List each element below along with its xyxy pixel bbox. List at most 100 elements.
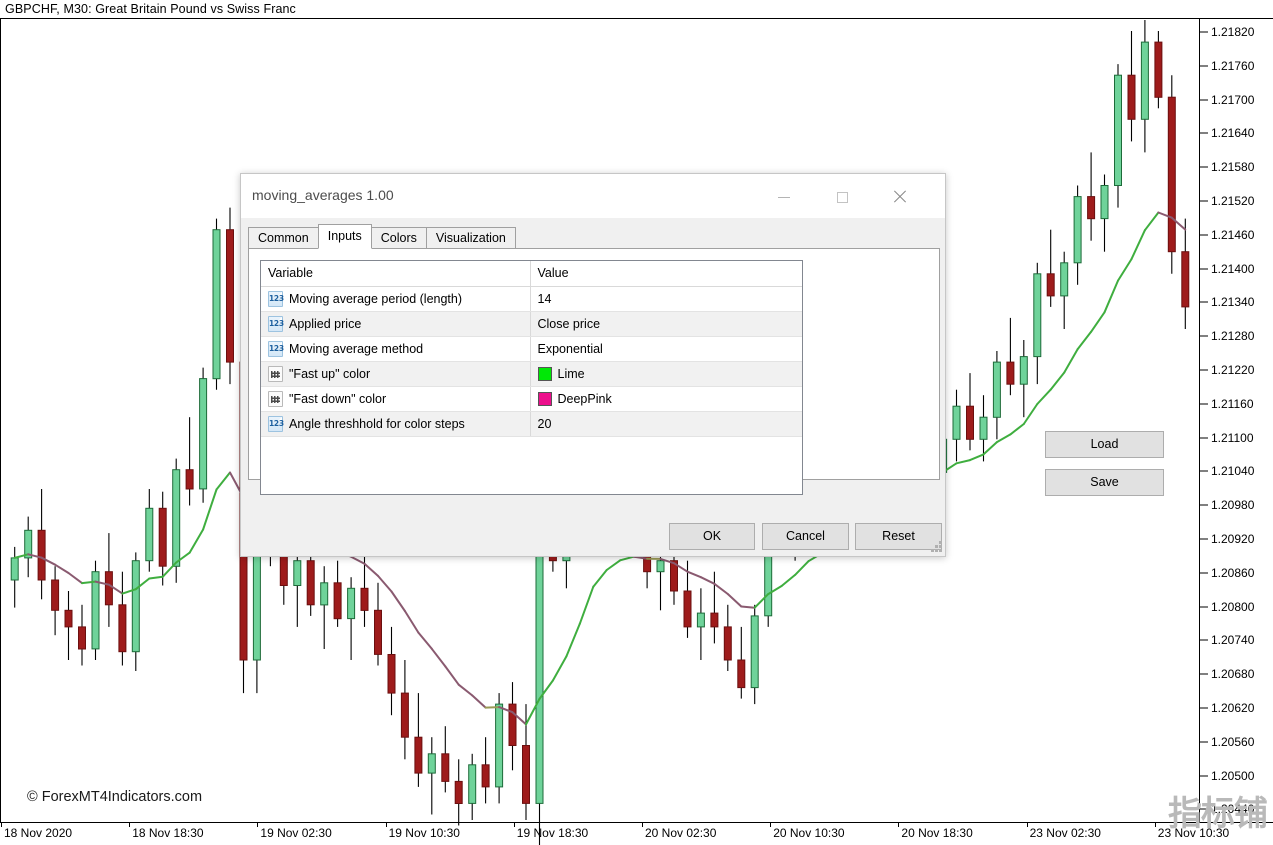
price-axis-label: 1.20860 — [1211, 565, 1255, 580]
price-axis-label: 1.21220 — [1211, 363, 1255, 377]
candle-body-bearish — [185, 469, 194, 490]
candle-body-bearish — [51, 579, 60, 611]
moving-average-segment — [969, 453, 985, 462]
moving-average-segment — [1036, 388, 1052, 405]
dialog-title-bar[interactable]: moving_averages 1.00 — [241, 174, 945, 218]
moving-average-segment — [457, 683, 474, 697]
candle-body-bullish — [199, 378, 208, 490]
candle-body-bearish — [683, 590, 692, 628]
maximize-button[interactable] — [819, 182, 865, 212]
column-header-variable: Variable — [261, 261, 531, 287]
load-button[interactable]: Load — [1045, 431, 1164, 458]
moving-average-segment — [202, 488, 218, 531]
tab-visualization[interactable]: Visualization — [425, 227, 516, 249]
price-axis-label: 1.21400 — [1211, 261, 1255, 276]
parameter-value-label: Close price — [537, 316, 601, 331]
time-axis-label: 19 Nov 10:30 — [388, 826, 460, 840]
moving-average-segment — [350, 555, 366, 565]
parameter-value-cell[interactable]: Close price — [530, 311, 802, 337]
parameter-value-cell[interactable]: Exponential — [530, 336, 802, 362]
ok-button[interactable]: OK — [669, 523, 755, 550]
price-tick — [1200, 234, 1208, 236]
tab-inputs[interactable]: Inputs — [317, 224, 372, 249]
price-tick — [1200, 538, 1208, 540]
moving-average-segment — [565, 622, 581, 658]
candle-body-bearish — [481, 764, 490, 788]
moving-average-segment — [1130, 229, 1146, 261]
candle-body-bearish — [1006, 361, 1015, 385]
moving-average-segment — [1022, 403, 1039, 425]
table-row[interactable]: Moving average method Exponential — [261, 336, 802, 362]
reset-button[interactable]: Reset — [855, 523, 942, 550]
price-axis-label: 1.20920 — [1211, 532, 1255, 546]
moving-average-segment — [578, 585, 595, 625]
candle-body-bullish — [293, 560, 302, 587]
price-axis-label: 1.20980 — [1211, 498, 1255, 513]
column-header-value: Value — [530, 261, 802, 287]
price-axis-label: 1.21280 — [1211, 329, 1255, 344]
price-tick — [1200, 65, 1208, 67]
tab-common[interactable]: Common — [248, 227, 319, 249]
time-tick — [257, 822, 259, 827]
moving-average-segment — [605, 559, 622, 571]
table-row[interactable]: Angle threshhold for color steps 20 — [261, 411, 802, 437]
moving-average-segment — [995, 433, 1012, 444]
parameter-value-cell[interactable]: 20 — [530, 411, 802, 437]
parameter-name-cell: Applied price — [261, 311, 531, 337]
moving-average-segment — [1103, 279, 1119, 314]
parameter-value-cell[interactable]: DeepPink — [530, 386, 802, 412]
price-tick — [1200, 99, 1208, 101]
price-tick — [1200, 673, 1208, 675]
parameters-table[interactable]: Variable Value Moving average period (le… — [260, 260, 803, 495]
candle-body-bearish — [118, 604, 127, 653]
resize-grip[interactable] — [930, 541, 943, 554]
moving-average-segment — [1009, 423, 1025, 436]
indicator-properties-dialog[interactable]: moving_averages 1.00 Common Inputs Color… — [240, 173, 1164, 557]
close-button[interactable] — [877, 182, 923, 212]
price-tick — [1200, 741, 1208, 743]
tab-colors[interactable]: Colors — [370, 227, 427, 249]
moving-average-segment — [982, 441, 998, 456]
moving-average-segment — [699, 576, 716, 585]
parameter-value-cell[interactable]: Lime — [530, 361, 802, 387]
candle-body-bullish — [145, 507, 154, 562]
parameter-value-cell[interactable]: 14 — [530, 286, 802, 312]
tab-strip[interactable]: Common Inputs Colors Visualization — [248, 224, 516, 249]
moving-average-segment — [363, 562, 379, 577]
candle-body-bearish — [441, 753, 450, 782]
table-row[interactable]: Applied price Close price — [261, 311, 802, 337]
moving-average-segment — [390, 590, 406, 612]
table-row[interactable]: "Fast down" color DeepPink — [261, 386, 802, 412]
price-axis-label: 1.21460 — [1211, 227, 1255, 242]
moving-average-segment — [1076, 330, 1093, 351]
price-tick — [1200, 166, 1208, 168]
moving-average-segment — [551, 655, 568, 682]
price-tick — [1200, 403, 1208, 405]
cancel-button[interactable]: Cancel — [762, 523, 849, 550]
time-tick — [898, 822, 900, 827]
price-axis-label: 1.20800 — [1211, 599, 1255, 614]
candle-body-bearish — [737, 659, 746, 689]
mt4-chart-window: GBPCHF, M30: Great Britain Pound vs Swis… — [0, 0, 1273, 845]
table-row[interactable]: Moving average period (length) 14 — [261, 286, 802, 312]
candle-body-bullish — [696, 612, 705, 628]
moving-average-segment — [619, 555, 635, 562]
parameter-value-label: 20 — [537, 416, 552, 431]
candle-body-bullish — [10, 557, 19, 581]
table-row[interactable]: "Fast up" color Lime — [261, 361, 802, 387]
candle-body-bullish — [750, 615, 759, 689]
parameter-name-label: Applied price — [289, 316, 362, 331]
moving-average-segment — [417, 631, 433, 650]
candle-body-bearish — [723, 626, 732, 661]
minimize-icon — [778, 196, 790, 198]
price-axis-label: 1.21040 — [1211, 464, 1255, 479]
minimize-button[interactable] — [761, 182, 807, 212]
save-button[interactable]: Save — [1045, 469, 1164, 496]
candle-body-bullish — [1073, 196, 1082, 264]
time-tick — [1026, 822, 1028, 827]
candle-body-bearish — [64, 609, 73, 628]
candle-body-bullish — [656, 560, 665, 573]
time-tick — [513, 822, 515, 827]
candle-body-bullish — [1100, 185, 1109, 220]
time-tick — [385, 822, 387, 827]
